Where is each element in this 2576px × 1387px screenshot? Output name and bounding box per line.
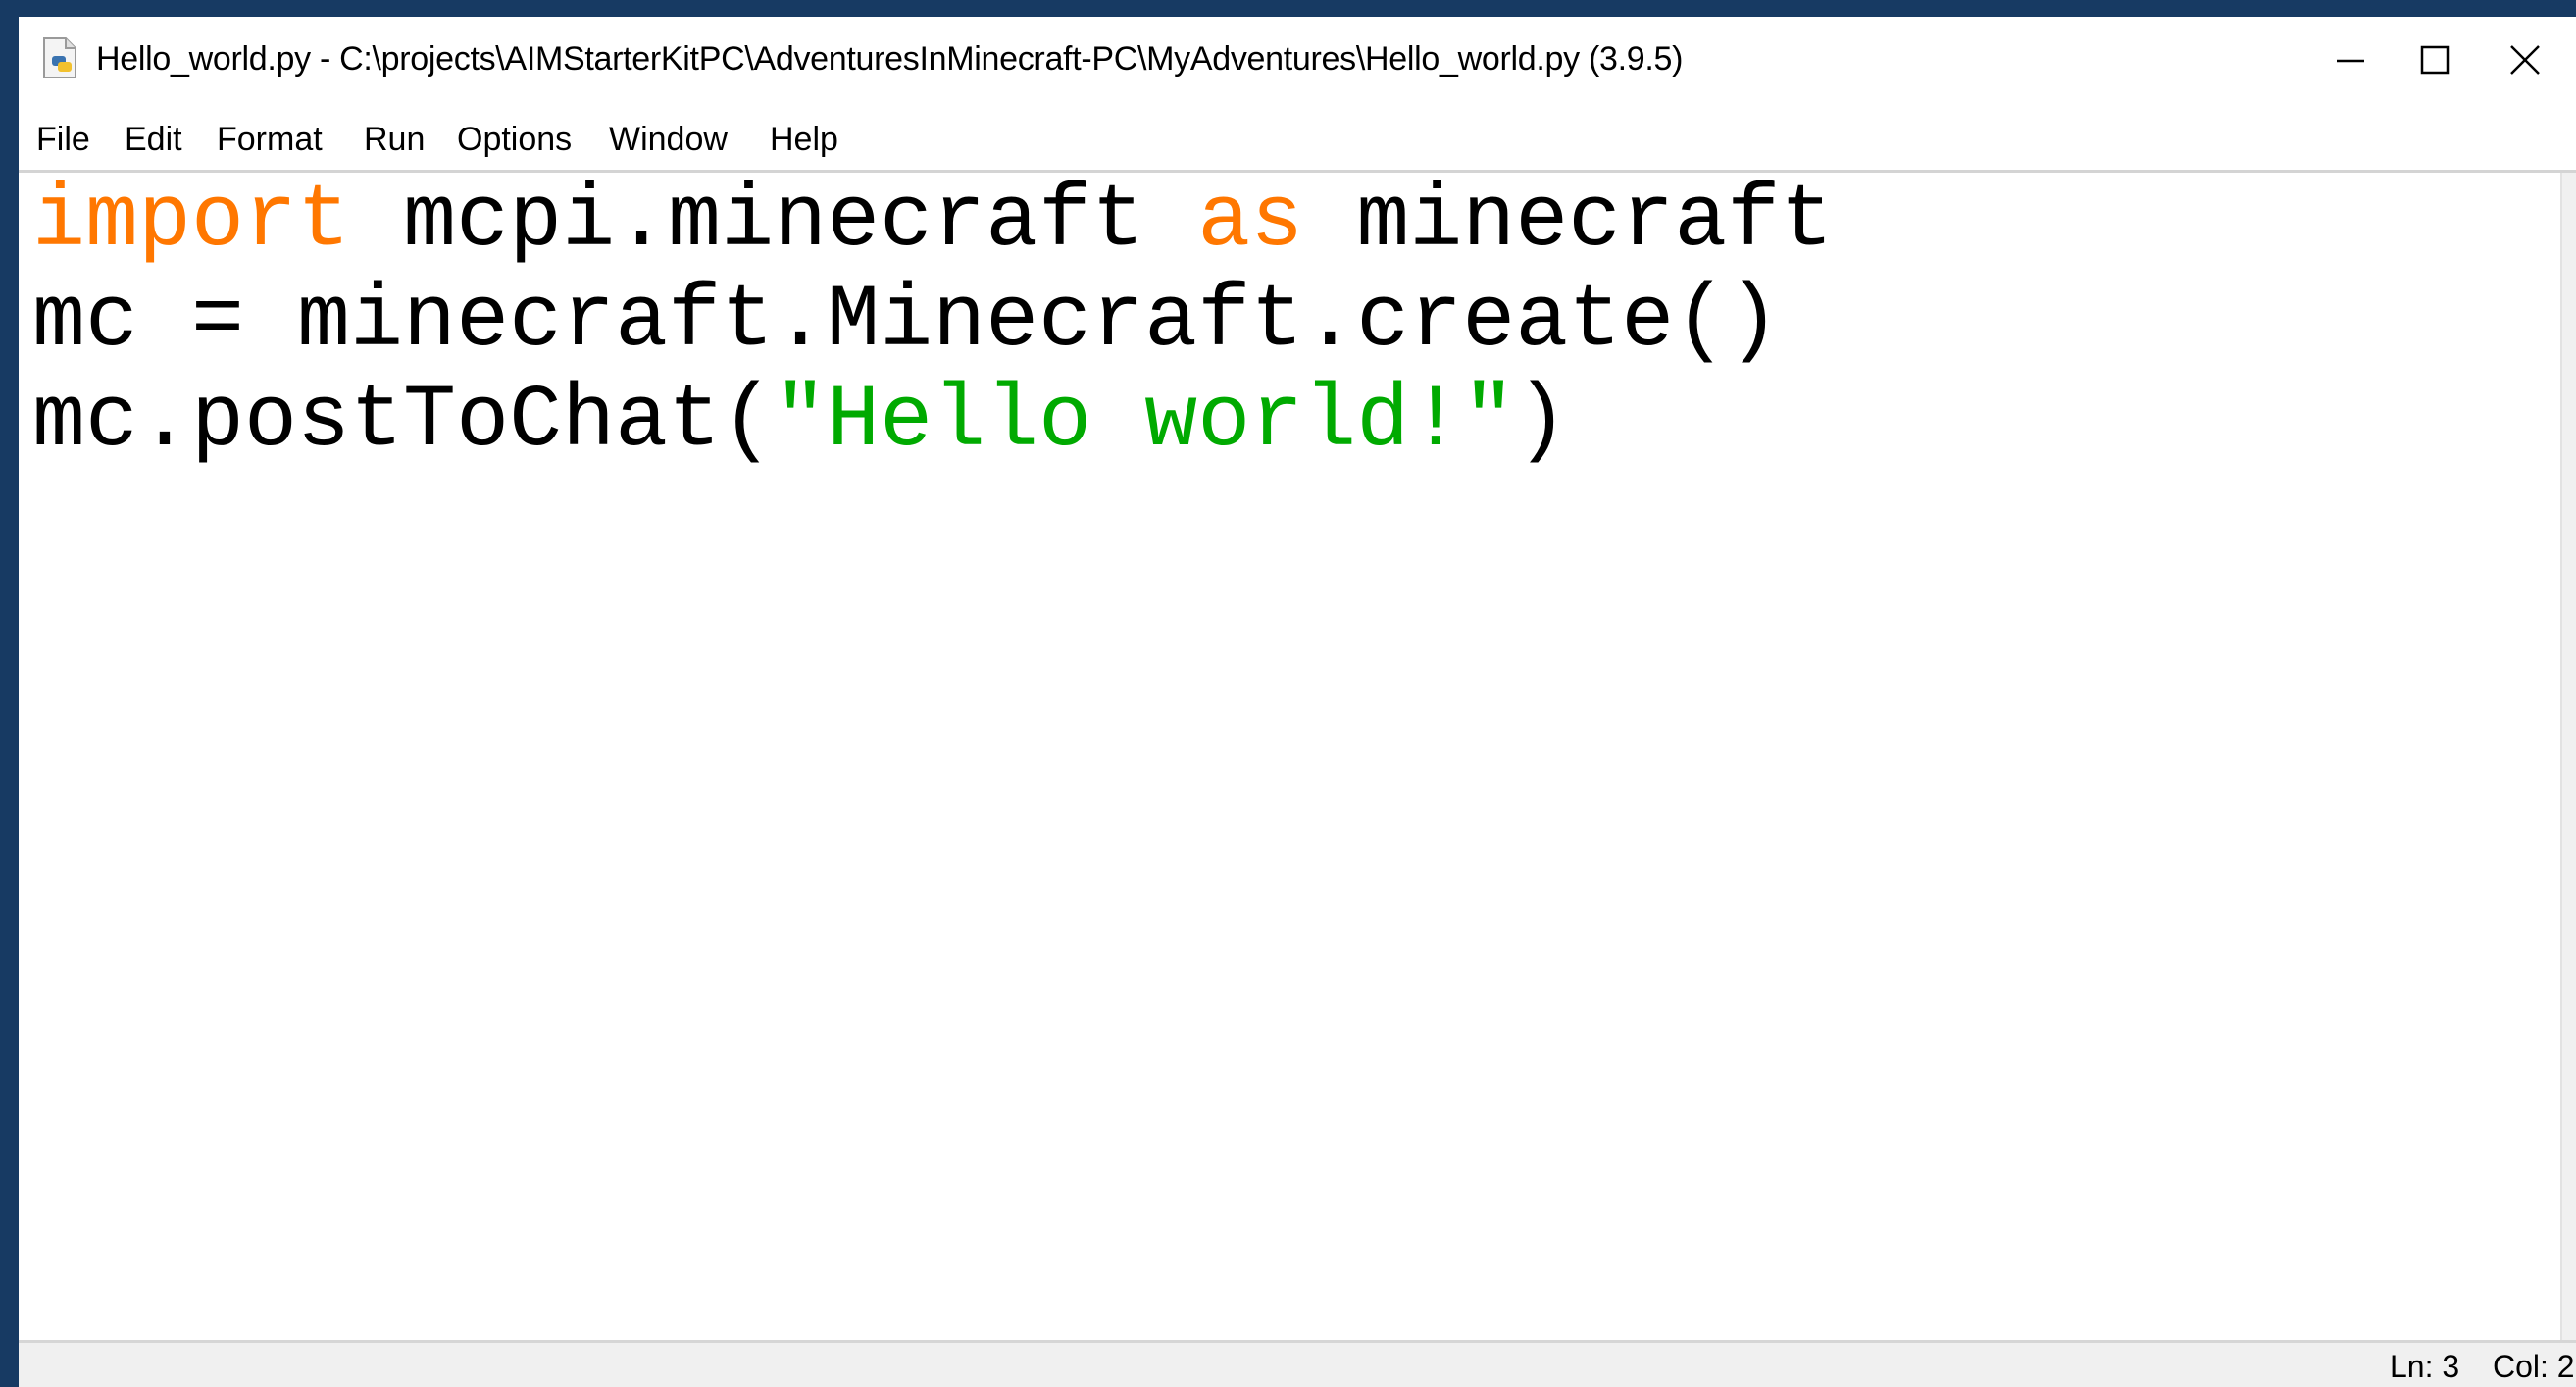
status-line: Ln: 3 <box>2390 1349 2460 1384</box>
string-literal: "Hello world!" <box>774 372 1516 472</box>
module-name: mcpi.minecraft <box>350 172 1198 272</box>
status-bar: Ln: 3 Col: 2 <box>19 1340 2576 1387</box>
create-statement: mc = minecraft.Minecraft.create() <box>32 272 1781 372</box>
code-line-2: mc = minecraft.Minecraft.create() <box>32 273 1780 371</box>
menu-edit[interactable]: Edit <box>119 119 188 161</box>
maximize-button[interactable] <box>2386 30 2484 89</box>
close-icon <box>2510 45 2540 75</box>
call-suffix: ) <box>1515 372 1569 472</box>
menu-help[interactable]: Help <box>764 119 844 161</box>
code-line-1: import mcpi.minecraft as minecraft <box>32 173 1833 271</box>
minimize-icon <box>2337 59 2364 63</box>
menu-format[interactable]: Format <box>211 119 328 161</box>
idle-editor-window: Hello_world.py - C:\projects\AIMStarterK… <box>19 17 2576 1387</box>
close-button[interactable] <box>2476 30 2574 89</box>
minimize-button[interactable] <box>2301 30 2399 89</box>
menu-options[interactable]: Options <box>451 119 578 161</box>
menu-file[interactable]: File <box>30 119 96 161</box>
python-file-icon <box>43 37 76 78</box>
window-title: Hello_world.py - C:\projects\AIMStarterK… <box>96 40 1684 77</box>
module-alias: minecraft <box>1303 172 1834 272</box>
menu-run[interactable]: Run <box>358 119 430 161</box>
menu-window[interactable]: Window <box>603 119 733 161</box>
vertical-scrollbar[interactable] <box>2560 173 2576 1343</box>
status-col: Col: 2 <box>2493 1349 2575 1384</box>
title-bar[interactable]: Hello_world.py - C:\projects\AIMStarterK… <box>19 17 2576 105</box>
code-line-3: mc.postToChat("Hello world!") <box>32 373 1568 471</box>
keyword-as: as <box>1197 172 1304 272</box>
keyword-import: import <box>32 172 351 272</box>
code-editor[interactable]: import mcpi.minecraft as minecraft mc = … <box>19 173 2576 1343</box>
menu-bar: File Edit Format Run Options Window Help <box>19 105 2576 173</box>
maximize-icon <box>2420 45 2450 75</box>
call-prefix: mc.postToChat( <box>32 372 775 472</box>
